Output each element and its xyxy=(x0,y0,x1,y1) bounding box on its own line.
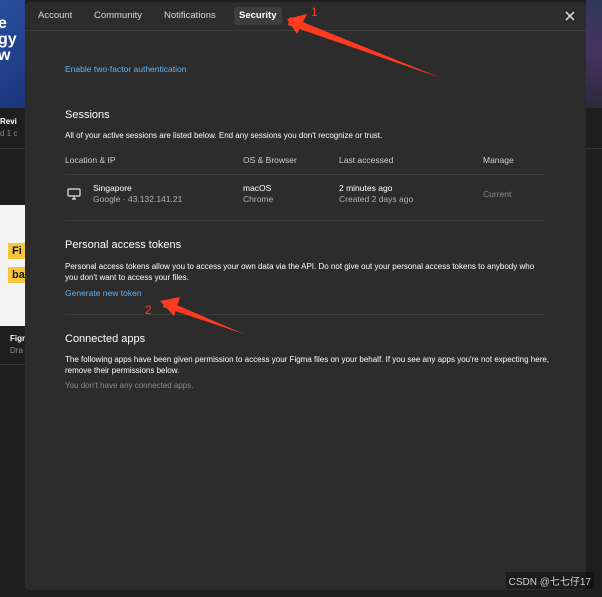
annotation-overlay xyxy=(160,14,441,334)
annotation-marker-1: 1 xyxy=(311,5,318,19)
annotation-marker-2: 2 xyxy=(145,303,152,317)
annotation-arrowhead-2 xyxy=(160,297,180,316)
annotation-arrow-1 xyxy=(288,17,441,78)
watermark: CSDN @七七仔17 xyxy=(505,572,594,589)
